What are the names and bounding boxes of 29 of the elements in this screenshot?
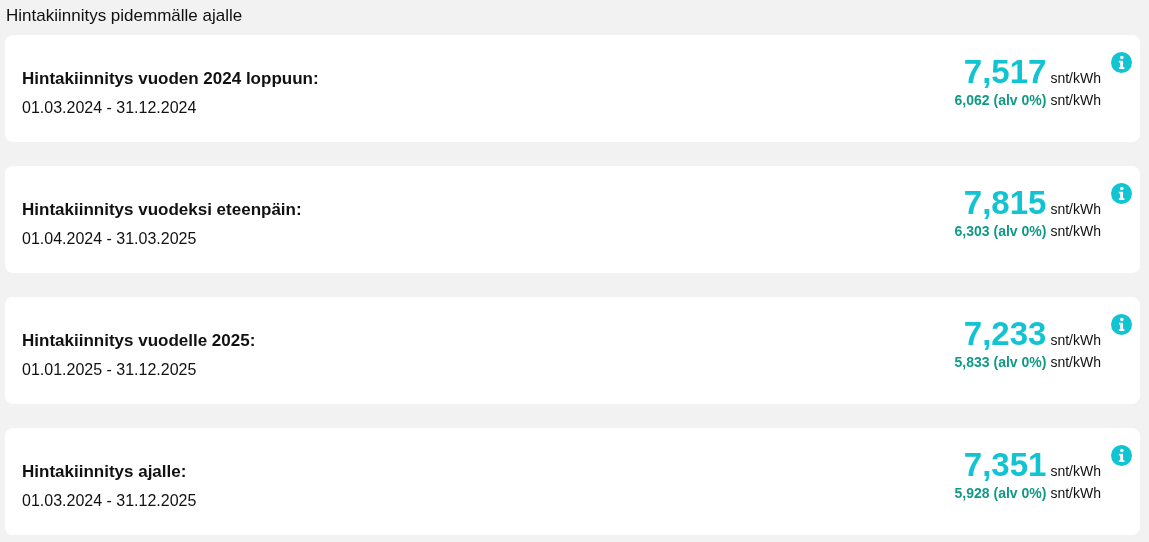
offer-period: 01.03.2024 - 31.12.2025: [22, 491, 198, 510]
price-unit: snt/kWh: [1050, 201, 1101, 217]
info-icon[interactable]: [1111, 314, 1132, 335]
section-heading: Hintakiinnitys pidemmälle ajalle: [5, 5, 244, 27]
price-unit: snt/kWh: [1050, 70, 1101, 86]
price-without-vat: 5,833 (alv 0%): [954, 354, 1047, 370]
info-icon[interactable]: [1111, 52, 1132, 73]
price-unit: snt/kWh: [1050, 223, 1101, 239]
price-unit: snt/kWh: [1050, 463, 1101, 479]
offer-period: 01.03.2024 - 31.12.2024: [22, 98, 198, 117]
offer-title: Hintakiinnitys ajalle:: [22, 461, 188, 482]
price-without-vat: 6,062 (alv 0%): [954, 92, 1047, 108]
price-unit: snt/kWh: [1050, 485, 1101, 501]
price-without-vat: 5,928 (alv 0%): [954, 485, 1047, 501]
price-unit: snt/kWh: [1050, 354, 1101, 370]
price-value: 7,351: [963, 446, 1047, 484]
info-icon[interactable]: [1111, 183, 1132, 204]
price-value: 7,517: [963, 53, 1047, 91]
offer-period: 01.04.2024 - 31.03.2025: [22, 229, 198, 248]
price-value: 7,815: [963, 184, 1047, 222]
price-without-vat: 6,303 (alv 0%): [954, 223, 1047, 239]
price-unit: snt/kWh: [1050, 92, 1101, 108]
price-value: 7,233: [963, 315, 1047, 353]
offer-title: Hintakiinnitys vuodelle 2025:: [22, 330, 257, 351]
offer-title: Hintakiinnitys vuoden 2024 loppuun:: [22, 68, 320, 89]
price-unit: snt/kWh: [1050, 332, 1101, 348]
info-icon[interactable]: [1111, 445, 1132, 466]
offer-title: Hintakiinnitys vuodeksi eteenpäin:: [22, 199, 303, 220]
offer-period: 01.01.2025 - 31.12.2025: [22, 360, 198, 379]
